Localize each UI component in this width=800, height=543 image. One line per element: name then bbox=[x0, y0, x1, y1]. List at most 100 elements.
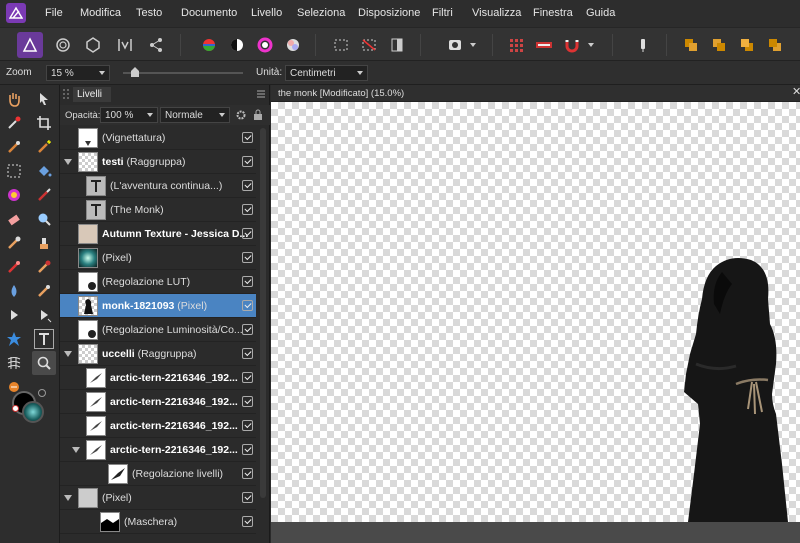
layers-scrollbar[interactable] bbox=[260, 128, 266, 498]
order-back-icon[interactable] bbox=[630, 32, 656, 58]
expand-triangle-icon[interactable] bbox=[64, 351, 72, 357]
secondary-color-swatch[interactable] bbox=[22, 401, 44, 423]
selection-brush-tool-icon[interactable] bbox=[4, 137, 24, 157]
quick-mask-dropdown-icon[interactable] bbox=[466, 32, 480, 58]
panel-grip-icon[interactable] bbox=[62, 88, 70, 100]
zoom-select[interactable]: 15 % bbox=[46, 65, 110, 81]
layer-row-lut-adjustment[interactable]: (Regolazione LUT) bbox=[60, 270, 256, 294]
arrange-back-icon[interactable] bbox=[678, 32, 704, 58]
hsl-icon[interactable] bbox=[252, 32, 278, 58]
assistant-icon[interactable] bbox=[531, 32, 557, 58]
snapping-magnet-icon[interactable] bbox=[559, 32, 585, 58]
menu-finestra[interactable]: Finestra bbox=[533, 7, 573, 19]
export-persona-icon[interactable] bbox=[143, 32, 169, 58]
visibility-checkbox[interactable] bbox=[242, 276, 253, 287]
units-select[interactable]: Centimetri bbox=[285, 65, 368, 81]
layer-row-pixel-teal[interactable]: (Pixel) bbox=[60, 246, 256, 270]
dodge-brush-tool-icon[interactable] bbox=[4, 233, 24, 253]
visibility-checkbox[interactable] bbox=[242, 492, 253, 503]
visibility-checkbox[interactable] bbox=[242, 228, 253, 239]
visibility-checkbox[interactable] bbox=[242, 396, 253, 407]
mesh-warp-tool-icon[interactable] bbox=[4, 353, 24, 373]
layer-row-text-avventura[interactable]: (L'avventura continua...) bbox=[60, 174, 256, 198]
layer-row-text-the-monk[interactable]: (The Monk) bbox=[60, 198, 256, 222]
liquify-persona-icon[interactable] bbox=[50, 32, 76, 58]
menu-disposizione[interactable]: Disposizione bbox=[358, 7, 420, 19]
layer-row-autumn-texture[interactable]: Autumn Texture - Jessica D... bbox=[60, 222, 256, 246]
red-eye-tool-icon[interactable] bbox=[34, 257, 54, 277]
marquee-selection-icon[interactable] bbox=[328, 32, 354, 58]
smudge-brush-tool-icon[interactable] bbox=[34, 281, 54, 301]
visibility-checkbox[interactable] bbox=[242, 372, 253, 383]
menu-modifica[interactable]: Modifica bbox=[80, 7, 121, 19]
visibility-checkbox[interactable] bbox=[242, 300, 253, 311]
visibility-checkbox[interactable] bbox=[242, 516, 253, 527]
color-balance-icon[interactable] bbox=[196, 32, 222, 58]
arrange-backward-icon[interactable] bbox=[706, 32, 732, 58]
node-tool-icon[interactable] bbox=[4, 305, 24, 325]
menu-file[interactable]: File bbox=[45, 7, 63, 19]
expand-triangle-icon[interactable] bbox=[64, 495, 72, 501]
healing-brush-tool-icon[interactable] bbox=[4, 257, 24, 277]
white-balance-icon[interactable] bbox=[280, 32, 306, 58]
black-white-icon[interactable] bbox=[224, 32, 250, 58]
zoom-lens-tool-icon[interactable] bbox=[34, 209, 54, 229]
photo-persona-icon[interactable] bbox=[17, 32, 43, 58]
menu-livello[interactable]: Livello bbox=[251, 7, 282, 19]
opacity-select[interactable]: 100 % bbox=[100, 107, 158, 123]
no-color-icon[interactable] bbox=[12, 405, 19, 412]
pen-tool-icon[interactable] bbox=[34, 305, 54, 325]
clone-brush-tool-icon[interactable] bbox=[34, 233, 54, 253]
visibility-checkbox[interactable] bbox=[242, 204, 253, 215]
gradient-tool-icon[interactable] bbox=[4, 185, 24, 205]
layer-row-arctic-tern-1[interactable]: arctic-tern-2216346_192... bbox=[60, 366, 256, 390]
menu-guida[interactable]: Guida bbox=[586, 7, 615, 19]
visibility-checkbox[interactable] bbox=[242, 468, 253, 479]
blend-mode-select[interactable]: Normale bbox=[160, 107, 230, 123]
layer-row-brightness-contrast[interactable]: (Regolazione Luminosità/Co... bbox=[60, 318, 256, 342]
snapping-grid-icon[interactable] bbox=[503, 32, 529, 58]
visibility-checkbox[interactable] bbox=[242, 444, 253, 455]
move-tool-icon[interactable] bbox=[34, 89, 54, 109]
expand-triangle-icon[interactable] bbox=[64, 159, 72, 165]
lock-icon[interactable] bbox=[253, 109, 263, 121]
visibility-checkbox[interactable] bbox=[242, 420, 253, 431]
menu-filtri[interactable]: Filtri bbox=[432, 7, 453, 19]
affinity-photo-logo-icon[interactable] bbox=[6, 3, 26, 23]
color-picker-tool-icon[interactable] bbox=[4, 113, 24, 133]
deselect-icon[interactable] bbox=[356, 32, 382, 58]
visibility-checkbox[interactable] bbox=[242, 324, 253, 335]
panel-menu-icon[interactable] bbox=[256, 89, 266, 99]
arrange-front-icon[interactable] bbox=[762, 32, 788, 58]
layer-settings-gear-icon[interactable] bbox=[235, 109, 247, 121]
crop-tool-icon[interactable] bbox=[34, 113, 54, 133]
zoom-tool-icon[interactable] bbox=[32, 351, 56, 375]
marquee-tool-icon[interactable] bbox=[4, 161, 24, 181]
close-document-icon[interactable]: ✕ bbox=[792, 85, 800, 98]
zoom-slider-handle[interactable] bbox=[131, 67, 139, 77]
layer-row-monk-selected[interactable]: monk-1821093 (Pixel) bbox=[60, 294, 256, 318]
menu-documento[interactable]: Documento bbox=[181, 7, 237, 19]
erase-brush-tool-icon[interactable] bbox=[4, 209, 24, 229]
visibility-checkbox[interactable] bbox=[242, 348, 253, 359]
blur-brush-tool-icon[interactable] bbox=[4, 281, 24, 301]
zoom-slider[interactable] bbox=[123, 67, 243, 77]
text-tool-icon[interactable] bbox=[34, 329, 54, 349]
paint-brush-tool-icon[interactable] bbox=[34, 185, 54, 205]
menu-visualizza[interactable]: Visualizza bbox=[472, 7, 521, 19]
invert-selection-icon[interactable] bbox=[384, 32, 410, 58]
menu-testo[interactable]: Testo bbox=[136, 7, 162, 19]
swap-colors-icon[interactable] bbox=[38, 389, 46, 397]
hand-tool-icon[interactable] bbox=[4, 89, 24, 109]
layer-row-testi-group[interactable]: testi (Raggruppa) bbox=[60, 150, 256, 174]
develop-persona-icon[interactable] bbox=[80, 32, 106, 58]
expand-triangle-icon[interactable] bbox=[72, 447, 80, 453]
quick-mask-icon[interactable] bbox=[442, 32, 468, 58]
flood-select-tool-icon[interactable] bbox=[34, 137, 54, 157]
tab-layers[interactable]: Livelli bbox=[73, 87, 111, 102]
fill-tool-icon[interactable] bbox=[34, 161, 54, 181]
document-tab[interactable]: the monk [Modificato] (15.0%) ✕ bbox=[271, 85, 800, 102]
document-canvas[interactable] bbox=[271, 102, 800, 522]
layer-row-arctic-tern-2[interactable]: arctic-tern-2216346_192... bbox=[60, 390, 256, 414]
tone-mapping-persona-icon[interactable] bbox=[112, 32, 138, 58]
